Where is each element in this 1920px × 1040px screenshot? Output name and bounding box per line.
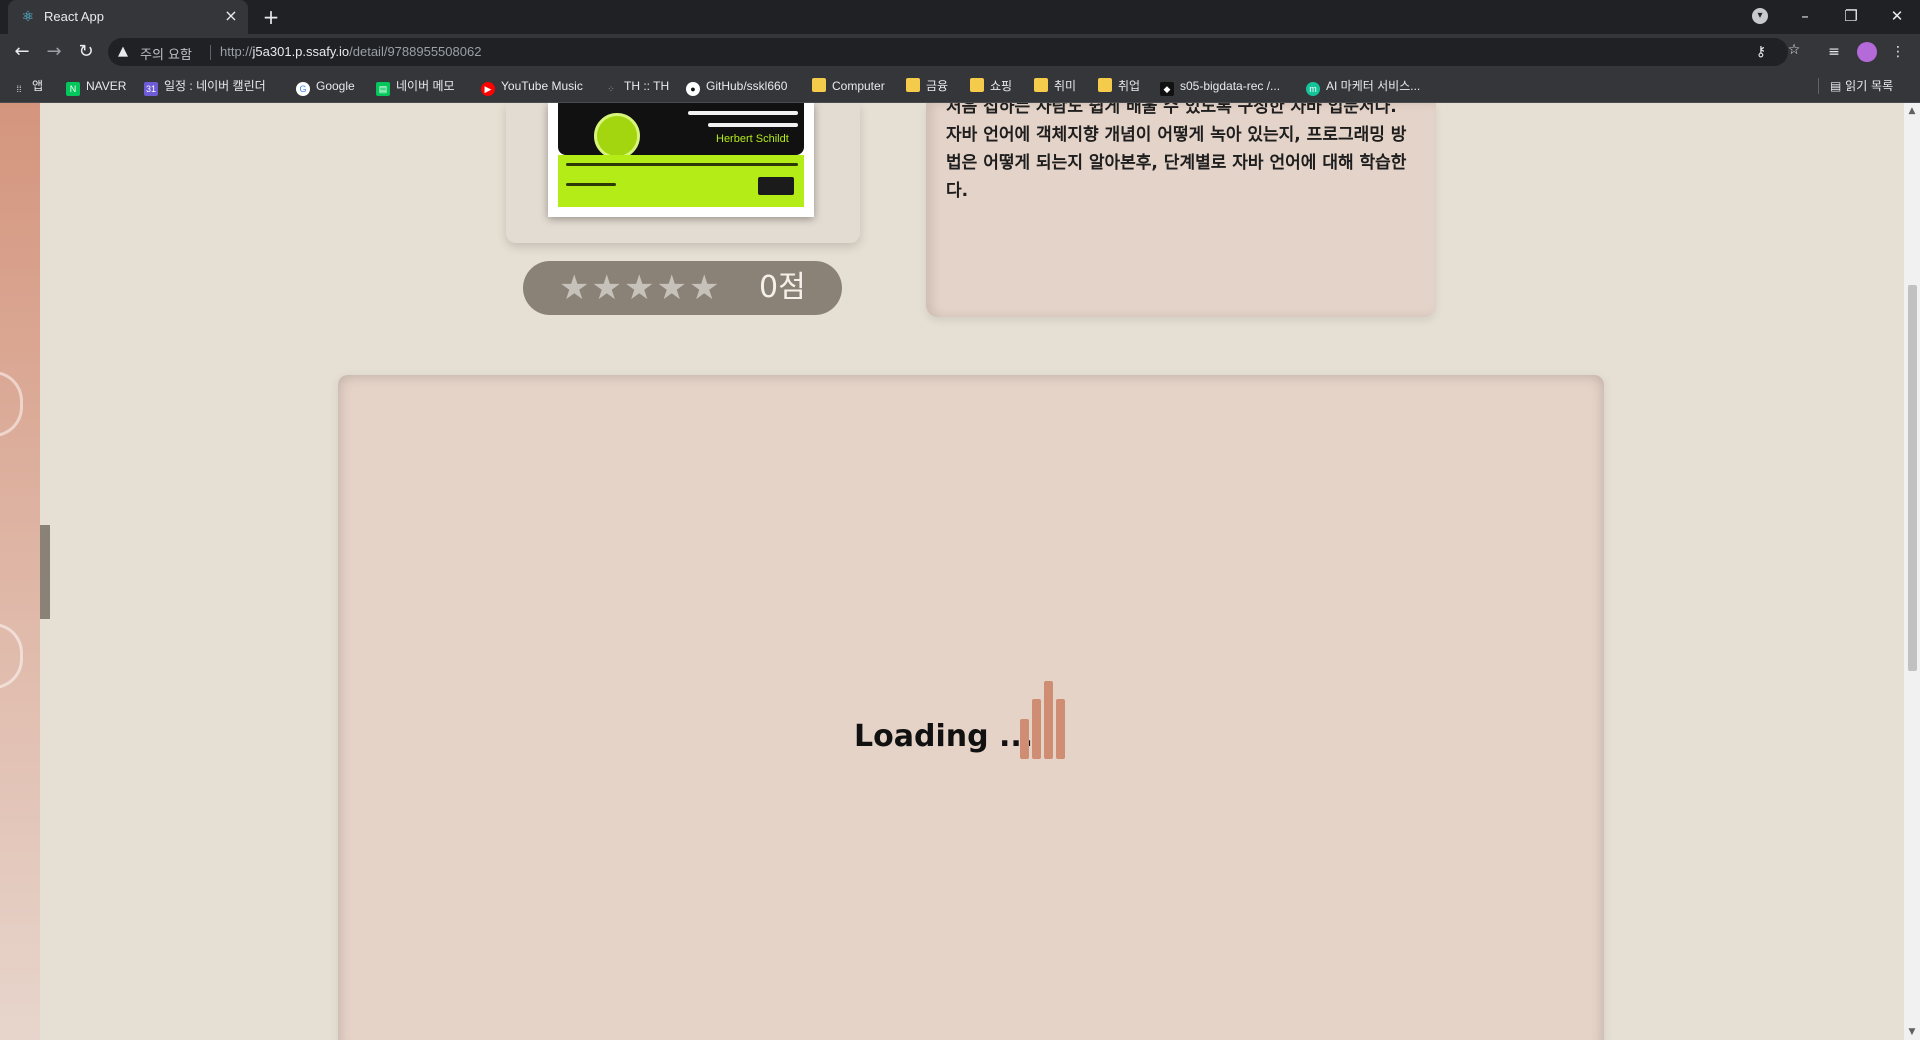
book-description: 처음 접하는 사람도 쉽게 배울 수 있도록 구성한 자바 입문서다. 자바 언… (946, 103, 1407, 201)
reading-list-button[interactable]: ▤ 읽기 목록 (1830, 77, 1893, 95)
star-icon[interactable]: ★ (591, 268, 623, 308)
divider (210, 45, 211, 60)
decorative-swirl (0, 623, 23, 689)
google-icon: G (296, 82, 310, 96)
forward-arrow-icon[interactable]: → (42, 40, 66, 64)
naver-icon: N (66, 82, 80, 96)
react-icon: ⚛ (21, 9, 35, 25)
restore-button[interactable]: ❐ (1836, 4, 1866, 28)
browser-toolbar: ← → ↻ ▲ 주의 요함 http://j5a301.p.ssafy.io/d… (0, 34, 1920, 70)
tab-strip: ⚛ React App × + ▾ – ❐ ✕ (0, 0, 1920, 34)
security-label[interactable]: 주의 요함 (140, 44, 192, 63)
decorative-swirl (0, 371, 23, 437)
new-tab-button[interactable]: + (260, 6, 282, 28)
bookmark-item[interactable]: N NAVER (66, 77, 126, 96)
tab-title: React App (44, 9, 104, 24)
side-decoration (0, 103, 40, 1040)
divider (1818, 78, 1819, 94)
book-description-card: 처음 접하는 사람도 쉽게 배울 수 있도록 구성한 자바 입문서다. 자바 언… (926, 103, 1436, 317)
cover-author: Herbert Schildt (716, 133, 789, 145)
folder-icon (1098, 78, 1112, 92)
bookmark-item[interactable]: ▤ 네이버 메모 (376, 77, 455, 96)
url-text[interactable]: http://j5a301.p.ssafy.io/detail/97889555… (220, 44, 481, 59)
folder-icon (970, 78, 984, 92)
loading-text: Loading ... (854, 719, 1034, 754)
book-cover-frame: Herbert Schildt (506, 103, 860, 243)
bookmark-item[interactable]: G Google (296, 77, 355, 96)
bookmark-item[interactable]: 31 일정 : 네이버 캘린더 (144, 77, 266, 96)
apps-grid-icon: ⁞⁞ (16, 84, 22, 94)
bookmark-item[interactable]: m AI 마케터 서비스... (1306, 77, 1420, 96)
cover-text-line (566, 183, 616, 186)
tab-react-app[interactable]: ⚛ React App × (8, 0, 248, 34)
side-tab-handle[interactable] (40, 525, 50, 619)
bookmark-item[interactable]: ◆ s05-bigdata-rec /... (1160, 77, 1280, 96)
cover-dark-panel: Herbert Schildt (558, 103, 804, 159)
close-window-button[interactable]: ✕ (1882, 4, 1912, 28)
bookmark-folder[interactable]: 취미 (1034, 77, 1076, 95)
avatar[interactable] (1857, 42, 1877, 62)
address-bar[interactable]: ▲ 주의 요함 http://j5a301.p.ssafy.io/detail/… (108, 38, 1788, 66)
bookmark-folder[interactable]: 쇼핑 (970, 77, 1012, 95)
bookmark-folder[interactable]: Computer (812, 77, 885, 95)
reload-icon[interactable]: ↻ (74, 40, 98, 64)
bookmark-folder[interactable]: 취업 (1098, 77, 1140, 95)
star-icon[interactable]: ★ (624, 268, 656, 308)
loading-bar (1032, 699, 1041, 759)
scrollbar-thumb[interactable] (1908, 285, 1917, 671)
page-content: Herbert Schildt ★★★★★ 0점 처음 접하는 사람도 쉽게 배… (0, 103, 1904, 1040)
rating-badge: ★★★★★ 0점 (523, 261, 842, 315)
reading-list-icon: ▤ (1830, 79, 1846, 93)
bookmark-item[interactable]: ⁘ TH :: TH (604, 77, 669, 95)
cover-text-line (688, 111, 798, 115)
loading-bar (1020, 719, 1029, 759)
scroll-up-icon[interactable]: ▲ (1904, 103, 1920, 119)
star-icon[interactable]: ★ (689, 268, 721, 308)
key-icon[interactable]: ⚷ (1752, 43, 1770, 61)
rating-score: 0점 (759, 270, 806, 305)
bookmark-item[interactable]: ● GitHub/sskl660 (686, 77, 787, 96)
cover-text-line (708, 123, 798, 127)
dots-icon: ⁘ (607, 84, 615, 94)
cover-apple-graphic (594, 113, 640, 159)
youtube-music-icon: ▶ (481, 82, 495, 96)
folder-icon (1034, 78, 1048, 92)
bookmark-item[interactable]: ▶ YouTube Music (481, 77, 583, 96)
m-icon: m (1306, 82, 1320, 96)
gitlab-icon: ◆ (1160, 82, 1174, 96)
scroll-down-icon[interactable]: ▼ (1904, 1024, 1920, 1040)
more-menu-icon[interactable]: ⋮ (1888, 42, 1908, 62)
loading-spinner-icon (1020, 681, 1080, 759)
cover-text-line (566, 163, 798, 166)
cover-green-panel (558, 155, 804, 207)
book-cover-image: Herbert Schildt (548, 103, 814, 217)
star-icon[interactable]: ★ (656, 268, 688, 308)
memo-icon: ▤ (376, 82, 390, 96)
tab-search-icon[interactable]: ▾ (1752, 8, 1768, 24)
bookmarks-bar: ⁞⁞ 앱 N NAVER 31 일정 : 네이버 캘린더 G Google ▤ 네이버 메… (0, 70, 1920, 103)
review-section: Loading ... (338, 375, 1604, 1040)
close-icon[interactable]: × (222, 7, 240, 25)
warning-icon: ▲ (118, 44, 128, 59)
star-rating[interactable]: ★★★★★ (559, 269, 721, 307)
minimize-button[interactable]: – (1790, 4, 1820, 28)
calendar-icon: 31 (144, 82, 158, 96)
bookmark-item[interactable]: ⁞⁞ 앱 (12, 77, 43, 95)
folder-icon (812, 78, 826, 92)
star-icon[interactable]: ★ (559, 268, 591, 308)
star-icon[interactable]: ☆ (1784, 40, 1804, 60)
github-icon: ● (686, 82, 700, 96)
back-arrow-icon[interactable]: ← (10, 40, 34, 64)
publisher-logo (758, 177, 794, 195)
loading-bar (1044, 681, 1053, 759)
loading-bar (1056, 699, 1065, 759)
bookmark-folder[interactable]: 금융 (906, 77, 948, 95)
media-queue-icon[interactable]: ≡ (1824, 42, 1844, 62)
vertical-scrollbar[interactable]: ▲ ▼ (1904, 103, 1920, 1040)
folder-icon (906, 78, 920, 92)
